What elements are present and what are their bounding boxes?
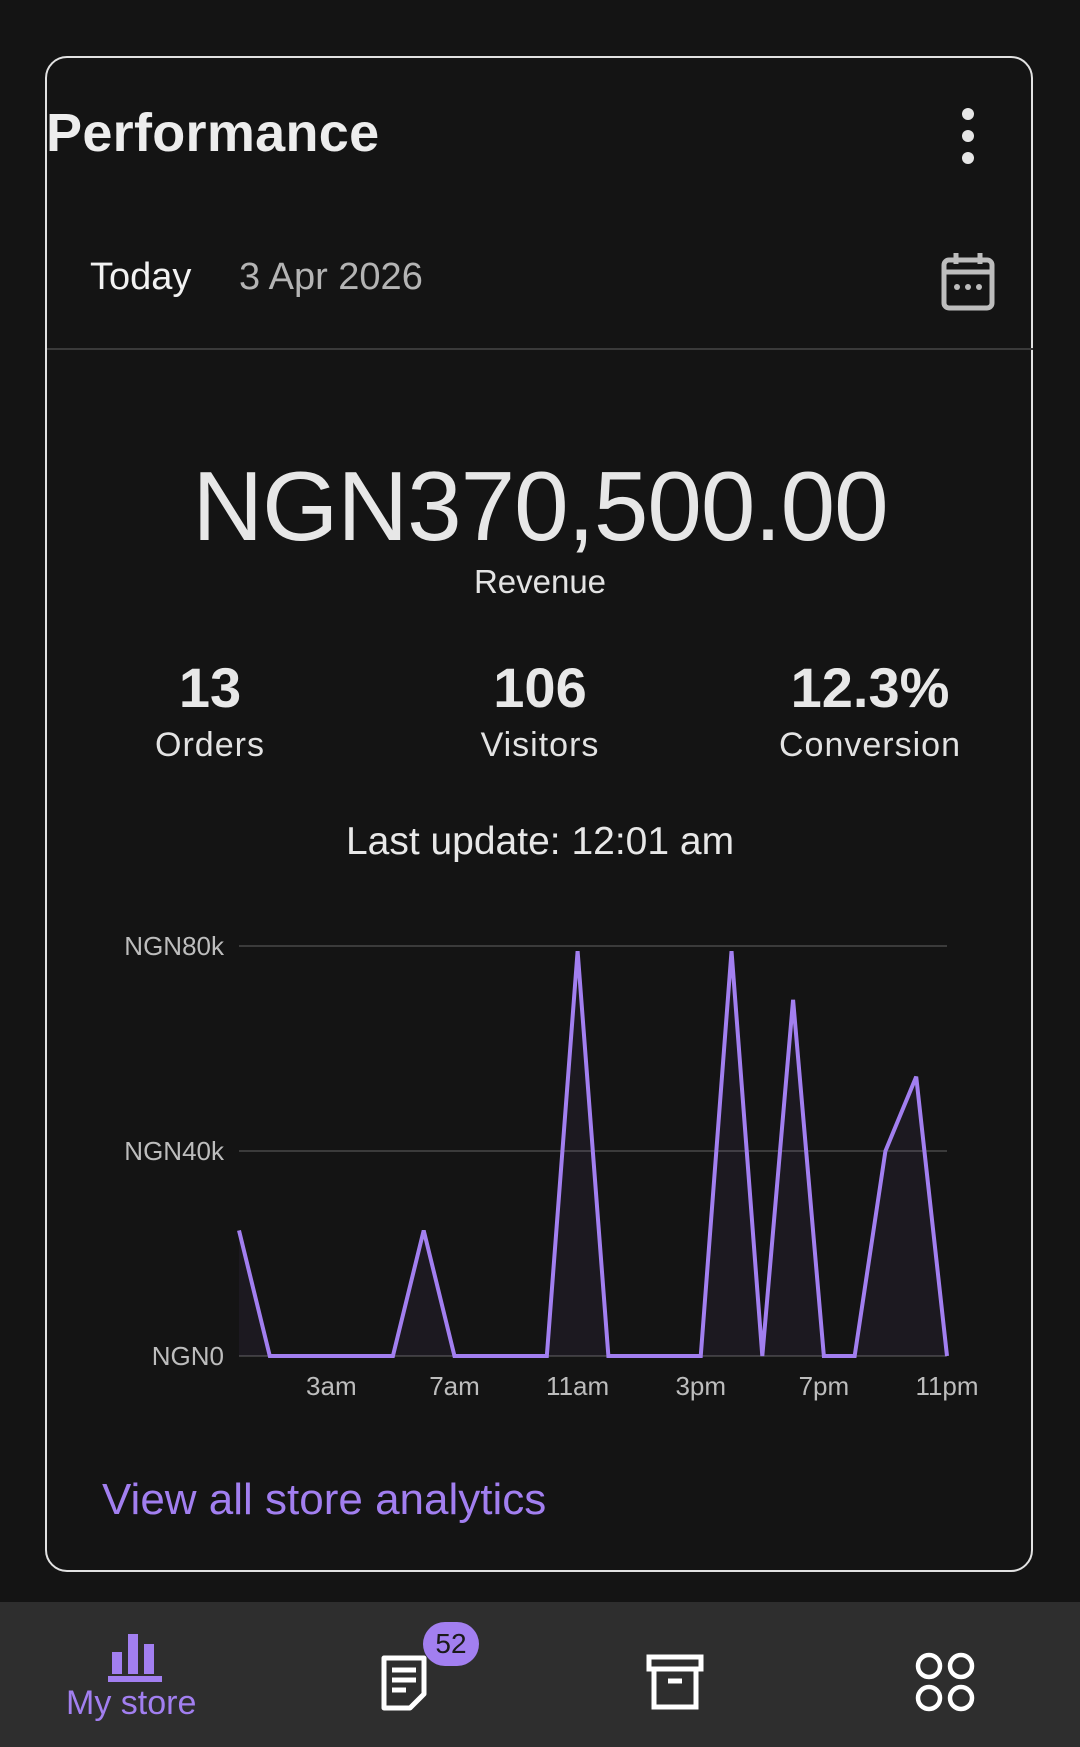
date-label: 3 Apr 2026 <box>239 256 423 298</box>
x-tick-label: 11pm <box>915 1371 978 1401</box>
card-title: Performance <box>46 103 380 163</box>
x-tick-label: 11am <box>546 1371 609 1401</box>
range-label[interactable]: Today <box>90 256 191 299</box>
conversion-label: Conversion <box>779 726 961 764</box>
visitors-label: Visitors <box>480 726 600 764</box>
nav-label-my-store: My store <box>66 1684 197 1722</box>
x-tick-label: 3am <box>306 1371 357 1401</box>
view-all-analytics-link[interactable]: View all store analytics <box>102 1475 546 1525</box>
y-tick-label: NGN40k <box>124 1136 225 1166</box>
bar-chart-icon <box>108 1634 162 1682</box>
conversion-stat: 12.3% Conversion <box>720 655 1020 765</box>
visitors-value: 106 <box>493 656 587 719</box>
y-tick-label: NGN80k <box>124 931 225 961</box>
x-tick-label: 7pm <box>799 1371 850 1401</box>
nav-item-archive[interactable] <box>590 1602 760 1747</box>
orders-value: 13 <box>178 656 242 719</box>
revenue-chart: NGN0 NGN40k NGN80k 3am 7am 11am 3pm 7pm 11pm <box>124 931 978 1401</box>
x-tick-label: 7am <box>429 1371 480 1401</box>
archive-icon <box>646 1654 704 1710</box>
orders-icon <box>381 1655 427 1711</box>
nav-item-my-store[interactable]: My store <box>40 1602 230 1747</box>
y-tick-label: NGN0 <box>152 1341 224 1371</box>
header-divider <box>47 348 1033 350</box>
visitors-stat: 106 Visitors <box>390 655 690 765</box>
nav-item-more[interactable] <box>860 1602 1030 1747</box>
apps-grid-icon <box>915 1652 975 1712</box>
revenue-label: Revenue <box>473 563 607 600</box>
orders-badge: 52 <box>423 1622 479 1666</box>
last-update: Last update: 12:01 am <box>345 820 735 863</box>
orders-stat: 13 Orders <box>60 655 360 765</box>
calendar-icon[interactable] <box>940 250 996 312</box>
revenue-value: NGN370,500.00 <box>192 451 888 561</box>
x-tick-label: 3pm <box>675 1371 726 1401</box>
more-options-icon[interactable] <box>942 108 994 164</box>
orders-label: Orders <box>155 726 265 764</box>
conversion-value: 12.3% <box>790 656 950 719</box>
